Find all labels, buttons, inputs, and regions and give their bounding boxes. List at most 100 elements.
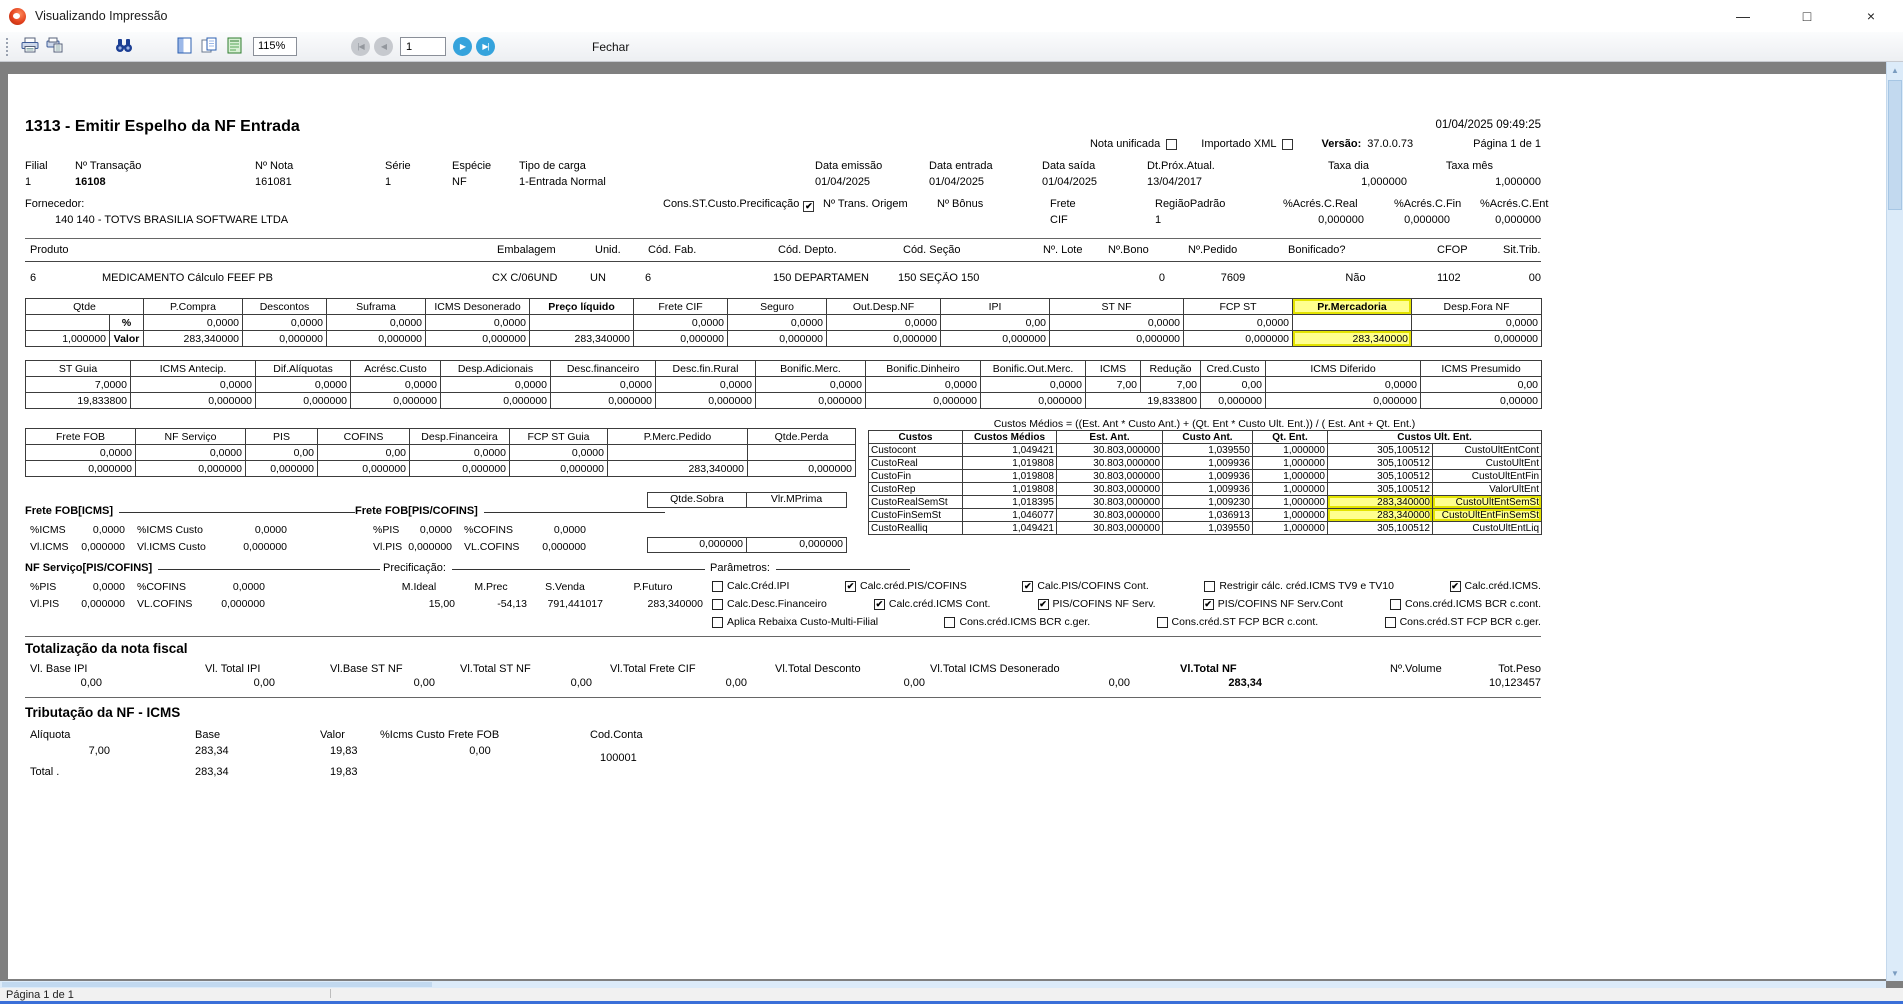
table-cell [529, 314, 635, 331]
field-label: Data entrada [929, 160, 993, 172]
page-number-input[interactable] [400, 37, 446, 56]
field-value: 10,123457 [1489, 677, 1541, 689]
app-icon [9, 7, 26, 25]
column-header: Out.Desp.NF [826, 298, 942, 315]
table-cell: 0,000000 [1265, 392, 1421, 409]
table-cell: 30.803,000000 [1056, 482, 1163, 496]
column-header: ICMS Diferido [1265, 360, 1421, 377]
vertical-scroll-thumb[interactable] [1888, 80, 1902, 210]
find-button[interactable] [111, 35, 136, 59]
field-value: 1,000000 [1361, 176, 1407, 188]
column-header: COFINS [317, 428, 410, 445]
table-cell: 283,340000 [607, 460, 748, 477]
table-cell: 30.803,000000 [1056, 521, 1163, 535]
field-label: Taxa mês [1445, 160, 1493, 172]
table-cell: 0,0000 [755, 376, 866, 393]
column-header: Cód. Fab. [648, 244, 697, 256]
supplier-field: Fornecedor: 140 140 - TOTVS BRASILIA SOF… [25, 198, 645, 226]
checkbox-label: PIS/COFINS NF Serv. [1052, 598, 1156, 610]
table-cell: 1,000000 [1252, 443, 1328, 457]
table-cell: 0,000000 [550, 392, 656, 409]
section-title: NF Serviço[PIS/COFINS] [25, 562, 153, 574]
table-cell: 0,0000 [25, 444, 136, 461]
supplier-value: 140 140 - TOTVS BRASILIA SOFTWARE LTDA [55, 214, 289, 226]
table-cell: 0,0000 [1183, 314, 1294, 331]
column-header: Seguro [727, 298, 828, 315]
data-grid: Frete FOB NF Serviço PIS COFINS Desp.Finance… [25, 428, 856, 477]
field-value: 283,34 [1228, 677, 1262, 689]
precificacao-labels: M.Ideal M.Prec S.Venda P.Futuro [383, 581, 703, 593]
first-page-button[interactable]: |◀ [351, 37, 370, 56]
field-label: Filial [25, 160, 48, 172]
field-label: Data saída [1042, 160, 1096, 172]
section-title: Frete FOB[ICMS] [25, 505, 113, 517]
product-cell: UN [590, 272, 606, 284]
column-header: Bonific.Out.Merc. [980, 360, 1086, 377]
table-cell: 1,000000 [1252, 495, 1328, 509]
table-cell: 283,340000 [529, 330, 635, 347]
horizontal-scroll-thumb[interactable] [2, 982, 432, 987]
nota-unificada-checkbox [1166, 138, 1178, 150]
close-preview-button[interactable]: Fechar [592, 40, 629, 54]
checkbox-icon: ✔ [873, 598, 885, 610]
horizontal-scrollbar[interactable] [0, 981, 1886, 988]
column-header: Preço líquido [529, 298, 635, 315]
field: Tot.Peso 10,123457 [1475, 663, 1541, 689]
minimize-button[interactable]: — [1711, 0, 1775, 32]
field-label: Vl. Total IPI [205, 663, 261, 675]
checkbox-icon [712, 580, 723, 592]
multi-page-view-button[interactable] [197, 35, 222, 59]
close-button[interactable]: × [1839, 0, 1903, 32]
origin-fields: Nº Trans. Origem Nº Bônus Frete CIF RegiãoPa… [823, 198, 1548, 226]
table-cell: 0,000000 [747, 460, 856, 477]
field-label: Série [385, 160, 411, 172]
table-cell: 0,000000 [755, 392, 866, 409]
maximize-button[interactable]: □ [1775, 0, 1839, 32]
toolbar: 115% |◀ ◀ ▶ ▶| Fechar [0, 32, 1903, 62]
column-header: Cred.Custo [1200, 360, 1266, 377]
table-cell [607, 444, 748, 461]
importado-xml-label: Importado XML [1201, 138, 1277, 150]
field-value: 0,00 [80, 677, 102, 689]
checkbox-label: Cons.créd.ST FCP BCR c.cont. [1171, 616, 1319, 628]
print-button[interactable] [17, 35, 42, 59]
table-cell: 0,0000 [143, 314, 244, 331]
frete-fob-piscofins-section: Frete FOB[PIS/COFINS] [355, 505, 665, 517]
field-value: 100001 [600, 752, 637, 764]
product-cell: 150 DEPARTAMEN [773, 272, 869, 284]
field-value: 791,441017 [547, 598, 603, 610]
field-label: Alíquota [30, 729, 71, 741]
parameter-checkbox-item: ✔ PIS/COFINS NF Serv.Cont [1202, 598, 1343, 610]
previous-page-button[interactable]: ◀ [374, 37, 393, 56]
zoom-select[interactable]: 115% [253, 37, 297, 56]
report-meta-row: Nota unificada Importado XML Versão: 37.… [1090, 138, 1541, 150]
divider-line [25, 238, 1541, 239]
scroll-down-icon[interactable]: ▼ [1887, 965, 1903, 981]
table-cell: 0,000000 [317, 460, 410, 477]
totals-section-title: Totalização da nota fiscal [25, 641, 188, 656]
column-header: Custos Médios [962, 430, 1057, 444]
parameter-checkbox-item: ✔ PIS/COFINS NF Serv. [1037, 598, 1156, 610]
last-page-button[interactable]: ▶| [476, 37, 495, 56]
table-cell: 0,0000 [655, 376, 756, 393]
field-value: 0,000000 [1318, 214, 1364, 226]
table-cell: 283,340000 [1327, 495, 1433, 509]
single-page-view-button[interactable] [172, 35, 197, 59]
table-cell: 0,0000 [242, 314, 328, 331]
checkbox-label: Calc.PIS/COFINS Cont. [1037, 580, 1149, 592]
table-cell: 1,019808 [962, 469, 1057, 483]
table-cell: 0,0000 [1265, 376, 1421, 393]
print-preview-area: 1313 - Emitir Espelho da NF Entrada 01/0… [0, 62, 1903, 988]
table-cell: 0,0000 [326, 314, 427, 331]
next-page-button[interactable]: ▶ [453, 37, 472, 56]
checkbox-icon: ✔ [1449, 580, 1461, 592]
field-label: Base [195, 729, 221, 741]
table-cell: 0,000000 [1049, 330, 1185, 347]
vertical-scrollbar[interactable]: ▲ ▼ [1886, 62, 1903, 981]
scroll-up-icon[interactable]: ▲ [1887, 62, 1903, 78]
table-cell: 305,100512 [1327, 469, 1433, 483]
text-view-button[interactable] [222, 35, 247, 59]
table-cell: 30.803,000000 [1056, 456, 1163, 470]
precificacao-values: 15,00 -54,13 791,441017 283,340000 [383, 598, 703, 610]
print-setup-button[interactable] [42, 35, 67, 59]
